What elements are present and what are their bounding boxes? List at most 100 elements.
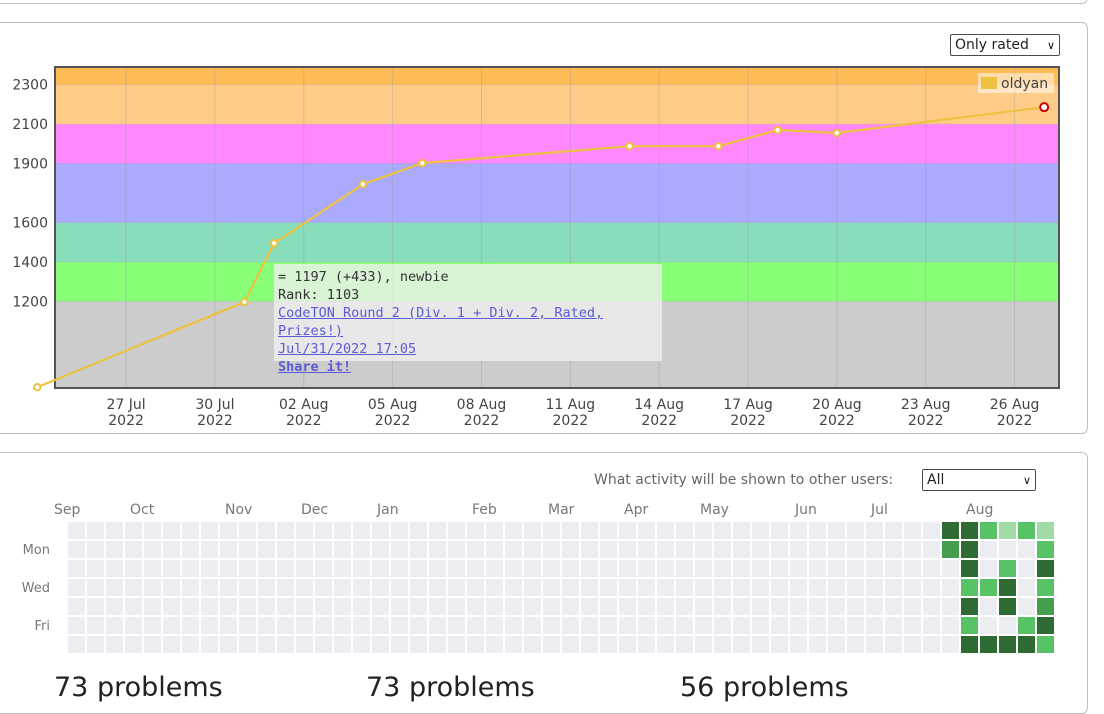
- activity-day-cell: [676, 560, 693, 577]
- tooltip-time-link[interactable]: Jul/31/2022 17:05: [278, 340, 658, 358]
- activity-day-cell: [1037, 560, 1054, 577]
- activity-day-cell: [657, 541, 674, 558]
- activity-day-cell: [752, 636, 769, 653]
- activity-day-cell: [866, 636, 883, 653]
- activity-day-cell: [581, 522, 598, 539]
- activity-day-cell: [1037, 598, 1054, 615]
- activity-day-cell: [486, 560, 503, 577]
- activity-day-cell: [961, 636, 978, 653]
- activity-day-cell: [543, 541, 560, 558]
- activity-day-cell: [999, 579, 1016, 596]
- activity-day-cell: [239, 579, 256, 596]
- activity-day-cell: [125, 617, 142, 634]
- rating-point: [269, 239, 279, 248]
- activity-day-cell: [828, 598, 845, 615]
- activity-day-cell: [771, 636, 788, 653]
- activity-day-cell: [486, 522, 503, 539]
- month-label: Jan: [376, 502, 399, 518]
- activity-day-cell: [334, 636, 351, 653]
- activity-day-cell: [353, 522, 370, 539]
- rating-chart[interactable]: 27 Jul 202230 Jul 202202 Aug 202205 Aug 2022…: [0, 60, 1104, 440]
- activity-day-cell: [353, 636, 370, 653]
- rating-filter-select[interactable]: Only rated ∨: [950, 34, 1060, 56]
- activity-day-cell: [201, 560, 218, 577]
- activity-day-cell: [410, 541, 427, 558]
- activity-day-cell: [467, 598, 484, 615]
- activity-day-cell: [1037, 636, 1054, 653]
- share-link[interactable]: Share it!: [278, 358, 658, 376]
- activity-day-cell: [619, 636, 636, 653]
- activity-day-cell: [904, 541, 921, 558]
- activity-day-cell: [391, 636, 408, 653]
- activity-day-cell: [144, 598, 161, 615]
- activity-day-cell: [258, 617, 275, 634]
- activity-day-cell: [771, 598, 788, 615]
- activity-day-cell: [695, 541, 712, 558]
- legend-swatch: [981, 77, 997, 89]
- activity-day-cell: [714, 617, 731, 634]
- activity-day-cell: [201, 636, 218, 653]
- activity-day-cell: [467, 541, 484, 558]
- x-tick-label: 23 Aug 2022: [901, 397, 951, 429]
- activity-day-cell: [239, 541, 256, 558]
- activity-day-cell: [429, 579, 446, 596]
- rating-tooltip: = 1197 (+433), newbie Rank: 1103 CodeTON…: [274, 264, 662, 375]
- activity-day-cell: [125, 636, 142, 653]
- activity-day-cell: [429, 636, 446, 653]
- activity-day-cell: [315, 579, 332, 596]
- x-tick-label: 08 Aug 2022: [457, 397, 507, 429]
- activity-day-cell: [999, 522, 1016, 539]
- activity-day-cell: [182, 522, 199, 539]
- activity-day-cell: [619, 560, 636, 577]
- activity-day-cell: [334, 560, 351, 577]
- x-tick-year: 2022: [375, 413, 411, 429]
- activity-day-cell: [1018, 522, 1035, 539]
- rating-band-3: [55, 163, 1059, 223]
- activity-filter-select[interactable]: All ∨: [922, 469, 1036, 491]
- activity-day-cell: [220, 636, 237, 653]
- activity-day-cell: [334, 579, 351, 596]
- activity-day-cell: [467, 617, 484, 634]
- activity-day-cell: [562, 541, 579, 558]
- activity-day-cell: [182, 541, 199, 558]
- rating-band-5: [55, 84, 1059, 125]
- activity-day-cell: [277, 617, 294, 634]
- activity-day-cell: [904, 560, 921, 577]
- activity-day-cell: [543, 522, 560, 539]
- activity-day-cell: [353, 541, 370, 558]
- activity-day-cell: [562, 522, 579, 539]
- activity-day-cell: [163, 522, 180, 539]
- tooltip-contest-link[interactable]: CodeTON Round 2 (Div. 1 + Div. 2, Rated,…: [278, 304, 658, 340]
- activity-day-cell: [334, 541, 351, 558]
- activity-day-cell: [961, 579, 978, 596]
- weekday-label: Mon: [23, 543, 50, 558]
- activity-day-cell: [1037, 617, 1054, 634]
- activity-day-cell: [771, 579, 788, 596]
- activity-day-cell: [942, 617, 959, 634]
- activity-day-cell: [695, 560, 712, 577]
- activity-day-cell: [68, 617, 85, 634]
- activity-day-cell: [372, 617, 389, 634]
- activity-day-cell: [296, 541, 313, 558]
- rating-point: [1039, 102, 1050, 113]
- activity-day-cell: [277, 636, 294, 653]
- activity-day-cell: [904, 617, 921, 634]
- x-tick-year: 2022: [108, 413, 144, 429]
- activity-day-cell: [923, 579, 940, 596]
- activity-day-cell: [391, 617, 408, 634]
- activity-day-cell: [448, 579, 465, 596]
- activity-day-cell: [486, 579, 503, 596]
- activity-day-cell: [714, 598, 731, 615]
- activity-day-cell: [163, 598, 180, 615]
- tooltip-rating-change: = 1197 (+433), newbie: [278, 269, 449, 285]
- activity-day-cell: [163, 636, 180, 653]
- activity-day-cell: [866, 579, 883, 596]
- activity-day-cell: [163, 579, 180, 596]
- activity-day-cell: [600, 522, 617, 539]
- activity-day-cell: [87, 598, 104, 615]
- month-label: Mar: [548, 502, 575, 518]
- activity-day-cell: [524, 636, 541, 653]
- activity-day-cell: [638, 617, 655, 634]
- activity-day-cell: [391, 541, 408, 558]
- activity-day-cell: [562, 636, 579, 653]
